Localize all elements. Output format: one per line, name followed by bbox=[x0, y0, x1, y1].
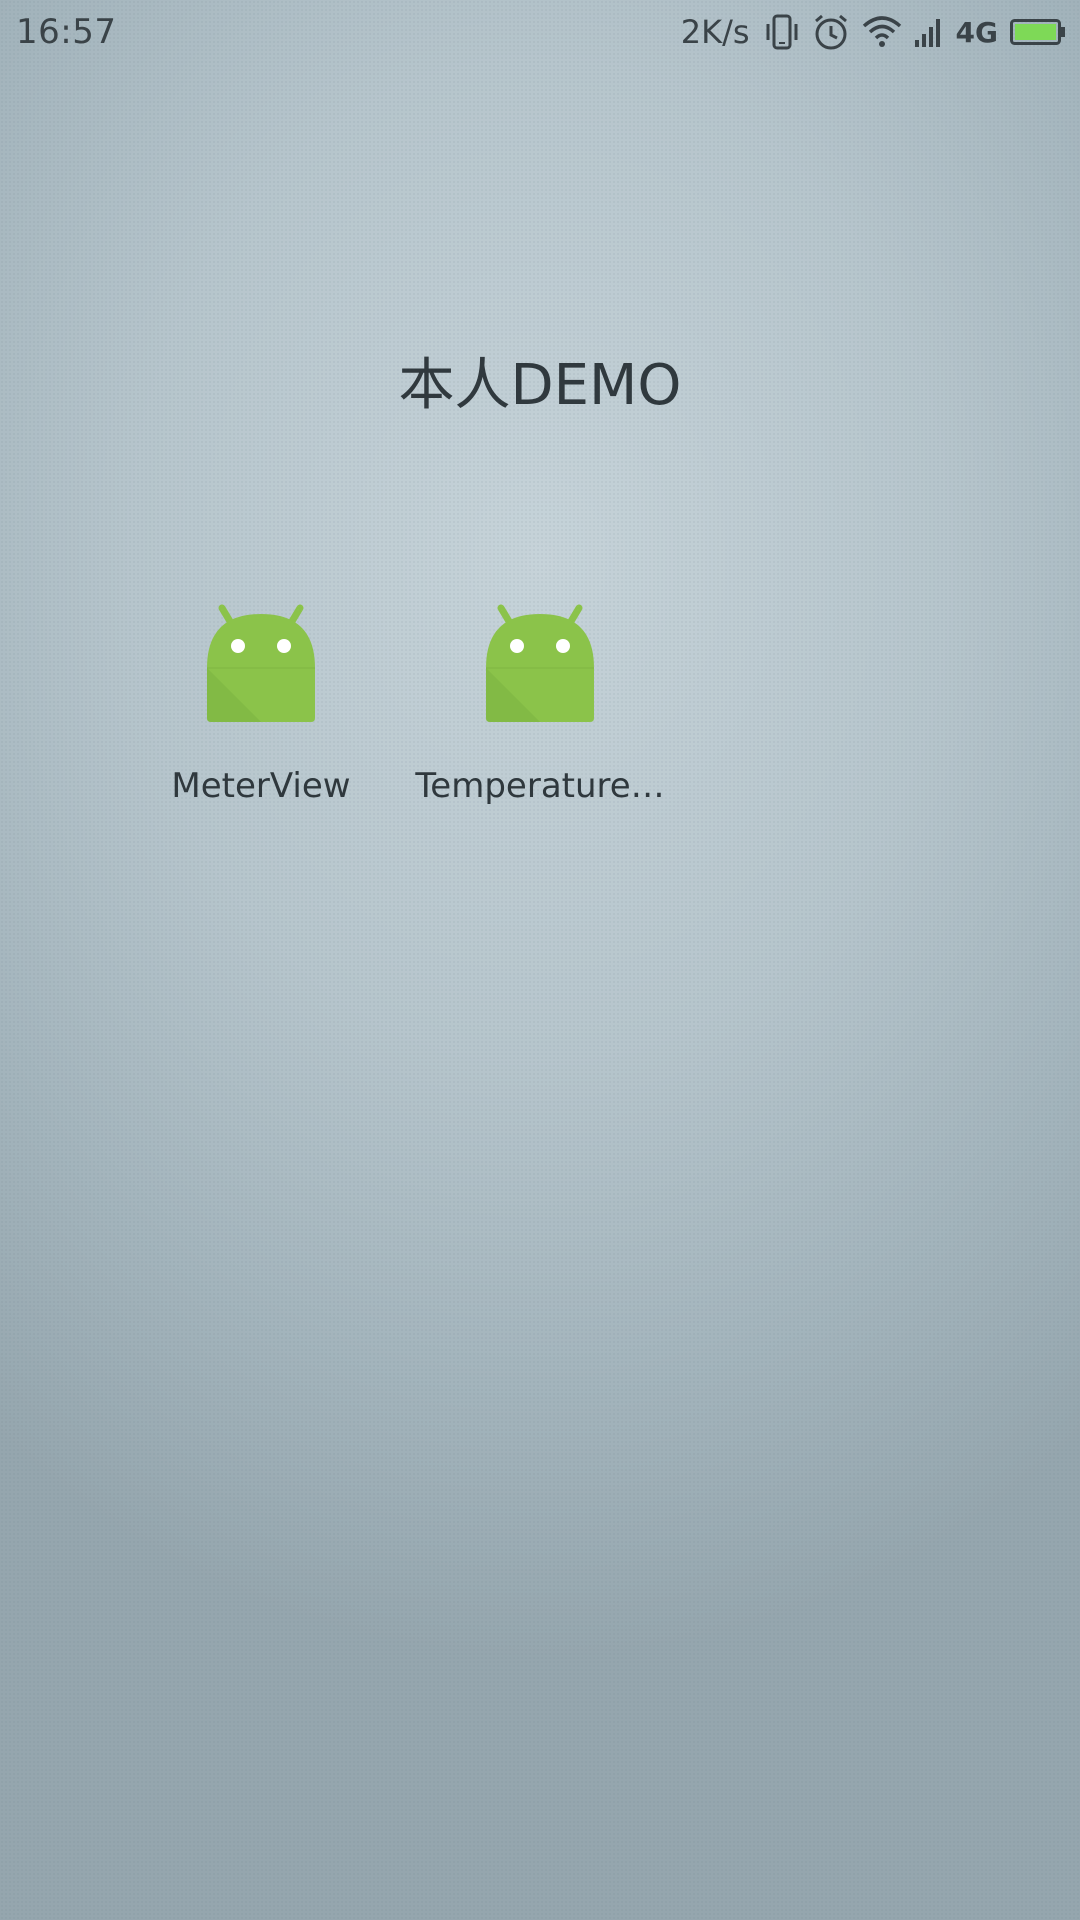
alarm-icon bbox=[812, 12, 850, 52]
wifi-icon bbox=[862, 14, 902, 50]
app-meterview[interactable]: MeterView bbox=[126, 600, 396, 830]
battery-icon bbox=[1010, 18, 1066, 46]
status-icons: 2K/s 4G bbox=[681, 10, 1066, 54]
network-type: 4G bbox=[955, 15, 998, 49]
vibrate-icon bbox=[764, 12, 800, 52]
status-bar: 16:57 2K/s 4G bbox=[0, 0, 1080, 64]
signal-icon bbox=[914, 16, 944, 48]
folder-title[interactable]: 本人DEMO bbox=[0, 340, 1080, 421]
app-temperature[interactable]: Temperature… bbox=[405, 600, 675, 830]
android-icon bbox=[486, 604, 594, 722]
app-grid: MeterView Temperature… bbox=[0, 600, 1080, 840]
status-time: 16:57 bbox=[16, 12, 117, 52]
app-label: MeterView bbox=[171, 766, 351, 806]
app-label: Temperature… bbox=[415, 766, 665, 806]
network-speed: 2K/s bbox=[680, 13, 750, 51]
android-icon bbox=[207, 604, 315, 722]
